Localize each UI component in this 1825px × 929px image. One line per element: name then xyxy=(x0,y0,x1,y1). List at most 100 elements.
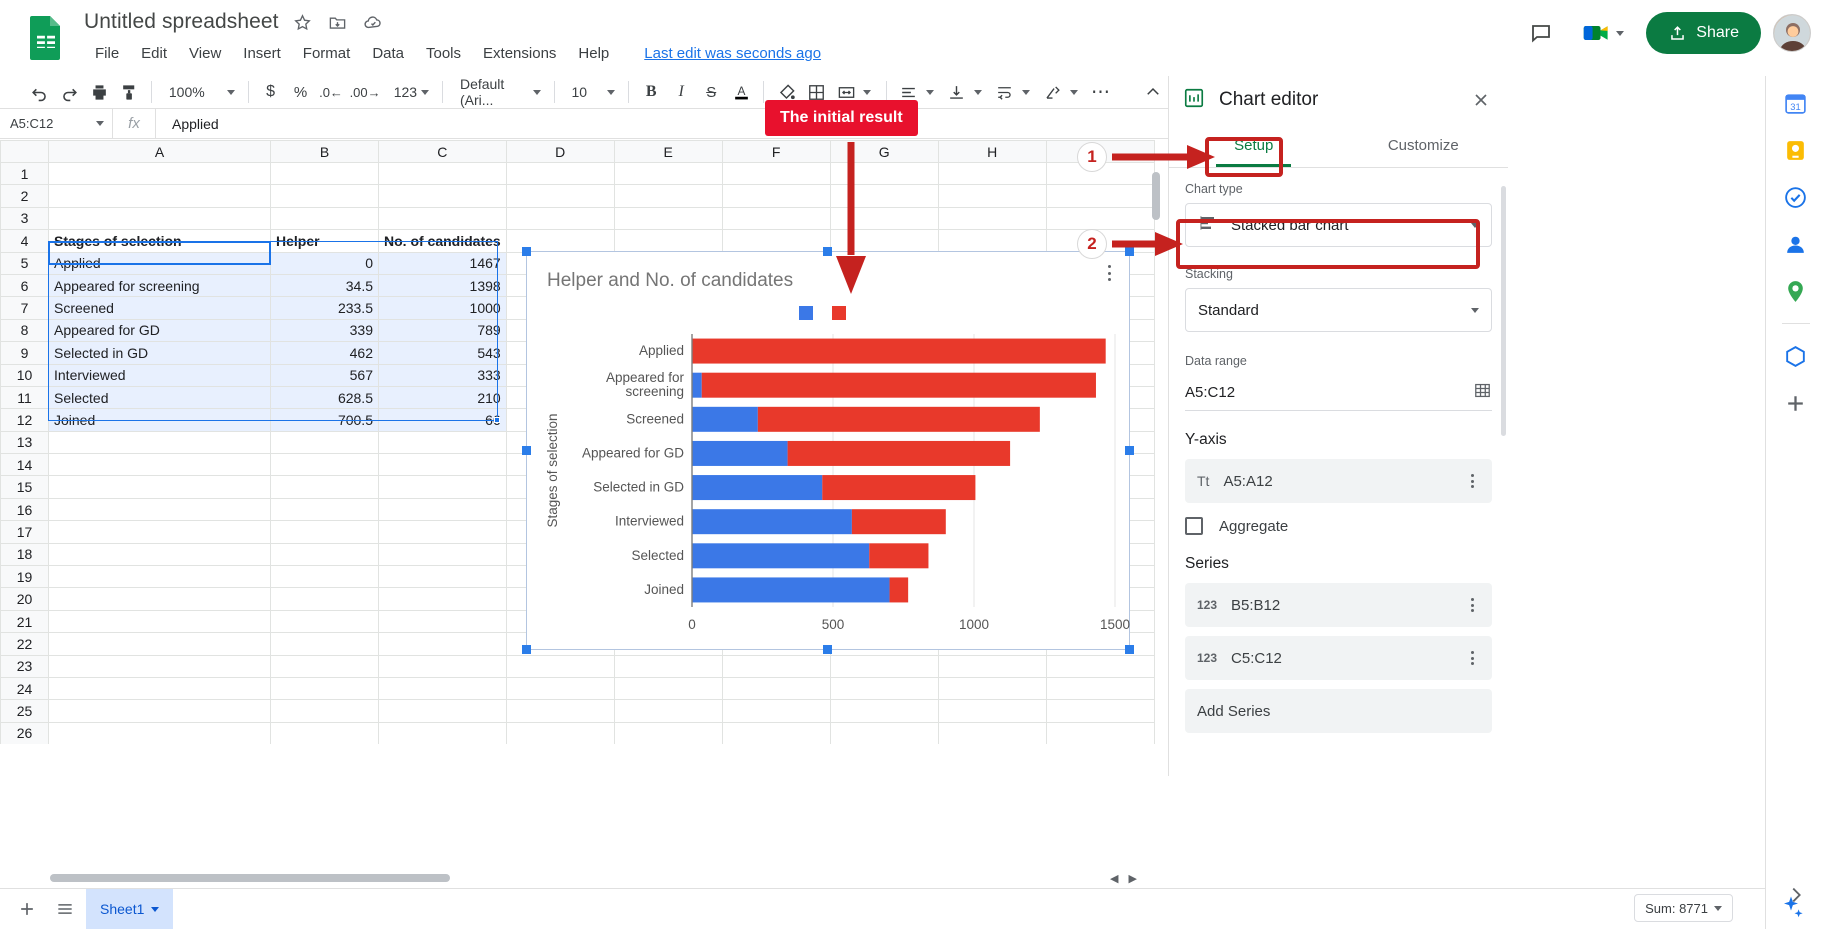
cell-B6[interactable]: 34.5 xyxy=(270,273,379,298)
vertical-scrollbar[interactable] xyxy=(1152,172,1160,220)
increase-decimal-icon[interactable]: .00→ xyxy=(346,77,383,107)
cell-G2[interactable] xyxy=(829,184,939,208)
column-header-g[interactable]: G xyxy=(829,140,939,163)
cell-B13[interactable] xyxy=(270,430,379,455)
google-contacts-icon[interactable] xyxy=(1781,229,1811,259)
cell-B2[interactable] xyxy=(270,184,379,208)
cell-E1[interactable] xyxy=(613,161,723,186)
menu-insert[interactable]: Insert xyxy=(232,43,292,64)
menu-view[interactable]: View xyxy=(178,43,232,64)
cell-C21[interactable] xyxy=(378,609,507,634)
cell-D2[interactable] xyxy=(505,184,615,208)
cell-B24[interactable] xyxy=(270,676,379,701)
row-header-10[interactable]: 10 xyxy=(0,363,49,387)
last-edit-status[interactable]: Last edit was seconds ago xyxy=(644,45,821,62)
google-keep-icon[interactable] xyxy=(1781,135,1811,165)
cell-C9[interactable]: 543 xyxy=(378,341,507,365)
cell-H2[interactable] xyxy=(937,184,1047,208)
cell-A1[interactable] xyxy=(48,161,271,186)
row-header-23[interactable]: 23 xyxy=(0,654,49,678)
cell-C2[interactable] xyxy=(378,184,507,208)
row-header-25[interactable]: 25 xyxy=(0,699,49,723)
cell-B14[interactable] xyxy=(270,453,379,477)
cell-G26[interactable] xyxy=(829,721,939,744)
cell-A8[interactable]: Appeared for GD xyxy=(48,318,271,343)
chart-handle-ml[interactable] xyxy=(522,446,531,455)
chevron-down-icon[interactable] xyxy=(925,89,934,95)
cell-B16[interactable] xyxy=(270,497,379,522)
horizontal-scrollbar[interactable] xyxy=(50,874,450,882)
row-header-15[interactable]: 15 xyxy=(0,475,49,499)
cell-A11[interactable]: Selected xyxy=(48,385,271,410)
cell-A6[interactable]: Appeared for screening xyxy=(48,273,271,298)
series-b-options-icon[interactable] xyxy=(1464,598,1480,612)
grid-next-icon[interactable]: ▶ xyxy=(1128,872,1136,885)
cell-A12[interactable]: Joined xyxy=(48,408,271,432)
cell-A5[interactable]: Applied xyxy=(48,251,271,275)
cell-C7[interactable]: 1000 xyxy=(378,296,507,320)
row-header-6[interactable]: 6 xyxy=(0,273,49,298)
cell-E23[interactable] xyxy=(613,654,723,678)
row-header-9[interactable]: 9 xyxy=(0,341,49,365)
cell-G1[interactable] xyxy=(829,161,939,186)
cell-I23[interactable] xyxy=(1045,654,1155,678)
row-header-2[interactable]: 2 xyxy=(0,184,49,208)
cell-C13[interactable] xyxy=(378,430,507,455)
menu-help[interactable]: Help xyxy=(567,43,620,64)
cell-C20[interactable] xyxy=(378,587,507,611)
row-header-26[interactable]: 26 xyxy=(0,721,49,744)
cell-H1[interactable] xyxy=(937,161,1047,186)
cell-G24[interactable] xyxy=(829,676,939,701)
document-title[interactable]: Untitled spreadsheet xyxy=(84,10,279,34)
cell-F1[interactable] xyxy=(721,161,831,186)
explore-button[interactable] xyxy=(1777,893,1807,923)
cell-B19[interactable] xyxy=(270,565,379,589)
grid-prev-icon[interactable]: ◀ xyxy=(1110,872,1118,885)
cell-F24[interactable] xyxy=(721,676,831,701)
cell-H3[interactable] xyxy=(937,206,1047,231)
chevron-down-icon[interactable] xyxy=(973,89,982,95)
cell-G23[interactable] xyxy=(829,654,939,678)
text-rotation-icon[interactable] xyxy=(1038,77,1068,107)
font-family-select[interactable]: Default (Ari... xyxy=(450,76,547,108)
cell-B5[interactable]: 0 xyxy=(270,251,379,275)
paint-format-icon[interactable] xyxy=(114,77,144,107)
column-header-f[interactable]: F xyxy=(721,140,831,163)
all-sheets-icon[interactable] xyxy=(48,892,82,926)
cell-B1[interactable] xyxy=(270,161,379,186)
cell-C6[interactable]: 1398 xyxy=(378,273,507,298)
percent-format-icon[interactable]: % xyxy=(286,77,316,107)
cell-B3[interactable] xyxy=(270,206,379,231)
cell-I24[interactable] xyxy=(1045,676,1155,701)
row-header-20[interactable]: 20 xyxy=(0,587,49,611)
data-range-field[interactable]: A5:C12 xyxy=(1185,375,1492,411)
cell-B10[interactable]: 567 xyxy=(270,363,379,387)
font-size-select[interactable]: 10 xyxy=(562,78,622,106)
cell-A26[interactable] xyxy=(48,721,271,744)
decrease-decimal-icon[interactable]: .0← xyxy=(316,77,347,107)
cell-E4[interactable] xyxy=(613,229,723,253)
addons-icon[interactable] xyxy=(1781,341,1811,371)
row-header-21[interactable]: 21 xyxy=(0,609,49,634)
cell-A19[interactable] xyxy=(48,565,271,589)
number-format-select[interactable]: 123 xyxy=(384,78,435,106)
strikethrough-icon[interactable]: S xyxy=(696,77,726,107)
cell-C22[interactable] xyxy=(378,632,507,656)
cell-D3[interactable] xyxy=(505,206,615,231)
select-all-corner[interactable] xyxy=(0,140,49,163)
menu-data[interactable]: Data xyxy=(361,43,415,64)
cell-E3[interactable] xyxy=(613,206,723,231)
cell-B23[interactable] xyxy=(270,654,379,678)
row-header-4[interactable]: 4 xyxy=(0,229,49,253)
cell-B12[interactable]: 700.5 xyxy=(270,408,379,432)
cell-B26[interactable] xyxy=(270,721,379,744)
row-header-11[interactable]: 11 xyxy=(0,385,49,410)
cell-H4[interactable] xyxy=(937,229,1047,253)
select-data-range-icon[interactable] xyxy=(1473,381,1492,404)
cell-I26[interactable] xyxy=(1045,721,1155,744)
cell-C15[interactable] xyxy=(378,475,507,499)
cell-B4[interactable]: Helper xyxy=(270,229,379,253)
cell-E26[interactable] xyxy=(613,721,723,744)
row-header-12[interactable]: 12 xyxy=(0,408,49,432)
yaxis-range-chip[interactable]: Tt A5:A12 xyxy=(1185,459,1492,503)
